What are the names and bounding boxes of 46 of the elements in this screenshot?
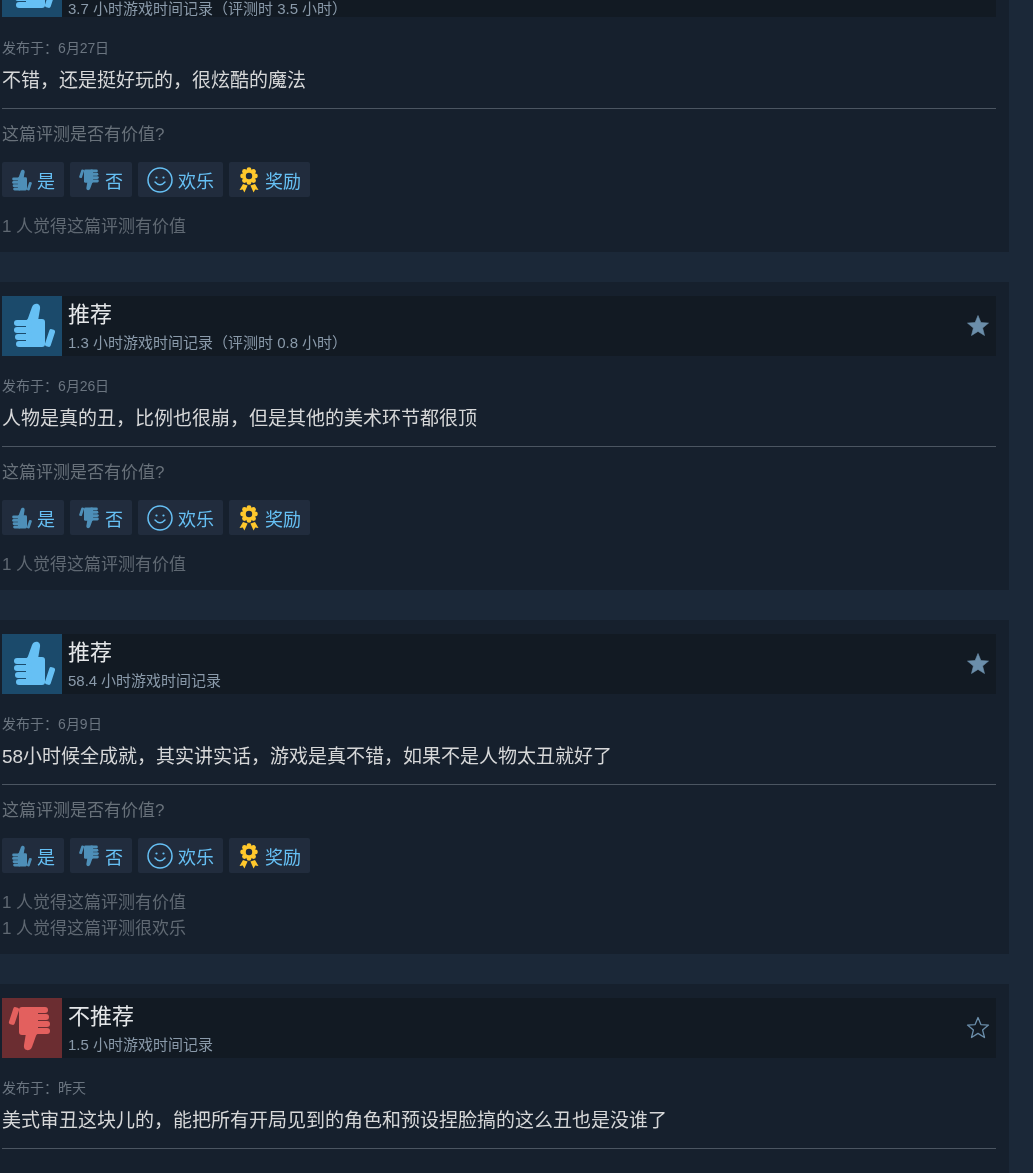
- no-button[interactable]: 否: [70, 500, 132, 535]
- award-button[interactable]: 奖励: [229, 838, 310, 873]
- review-text: 人物是真的丑，比例也很崩，但是其他的美术环节都很顶: [2, 407, 478, 431]
- helpful-question: 这篇评测是否有价值?: [2, 124, 166, 146]
- thumbs-down-icon: [79, 168, 100, 191]
- smiley-icon: [147, 842, 173, 869]
- playtime-text: 3.7 小时游戏时间记录（评测时 3.5 小时）: [68, 0, 349, 17]
- recommendation-label: 推荐: [68, 302, 113, 328]
- funny-button[interactable]: 欢乐: [138, 162, 223, 197]
- award-button[interactable]: 奖励: [229, 500, 310, 535]
- vote-count-text: 1 人觉得这篇评测很欢乐: [2, 918, 188, 940]
- funny-button[interactable]: 欢乐: [138, 838, 223, 873]
- recommendation-label: 推荐: [68, 640, 113, 666]
- review-text: 美式审丑这块儿的，能把所有开局见到的角色和预设捏脸搞的这么丑也是没谁了: [2, 1109, 668, 1133]
- review-text: 不错，还是挺好玩的，很炫酷的魔法: [2, 69, 307, 93]
- yes-button[interactable]: 是: [2, 500, 64, 535]
- award-button[interactable]: 奖励: [229, 162, 310, 197]
- smiley-icon: [147, 166, 173, 193]
- award-icon: [238, 842, 260, 869]
- posted-date: 发布于：昨天: [2, 1079, 87, 1098]
- posted-date: 发布于：6月27日: [2, 39, 111, 58]
- thumbs-down-icon: [79, 844, 100, 867]
- recommendation-label: 不推荐: [68, 1004, 135, 1030]
- vote-count-text: 1 人觉得这篇评测有价值: [2, 554, 188, 576]
- vote-count-text: 1 人觉得这篇评测有价值: [2, 216, 188, 238]
- thumbs-up-icon: [11, 844, 32, 867]
- funny-button[interactable]: 欢乐: [138, 500, 223, 535]
- thumbs-up-icon: [11, 506, 32, 529]
- yes-button[interactable]: 是: [2, 162, 64, 197]
- helpful-question: 这篇评测是否有价值?: [2, 462, 166, 484]
- playtime-text: 58.4 小时游戏时间记录: [68, 671, 223, 691]
- award-icon: [238, 166, 260, 193]
- yes-button[interactable]: 是: [2, 838, 64, 873]
- playtime-text: 1.5 小时游戏时间记录: [68, 1035, 215, 1055]
- helpful-question: 这篇评测是否有价值?: [2, 800, 166, 822]
- review-text: 58小时候全成就，其实讲实话，游戏是真不错，如果不是人物太丑就好了: [2, 745, 614, 769]
- posted-date: 发布于：6月9日: [2, 715, 103, 734]
- vote-count-text: 1 人觉得这篇评测有价值: [2, 892, 188, 914]
- award-icon: [238, 504, 260, 531]
- thumbs-down-icon: [79, 506, 100, 529]
- thumbs-up-icon: [11, 168, 32, 191]
- no-button[interactable]: 否: [70, 838, 132, 873]
- smiley-icon: [147, 504, 173, 531]
- playtime-text: 1.3 小时游戏时间记录（评测时 0.8 小时）: [68, 333, 349, 353]
- posted-date: 发布于：6月26日: [2, 377, 111, 396]
- no-button[interactable]: 否: [70, 162, 132, 197]
